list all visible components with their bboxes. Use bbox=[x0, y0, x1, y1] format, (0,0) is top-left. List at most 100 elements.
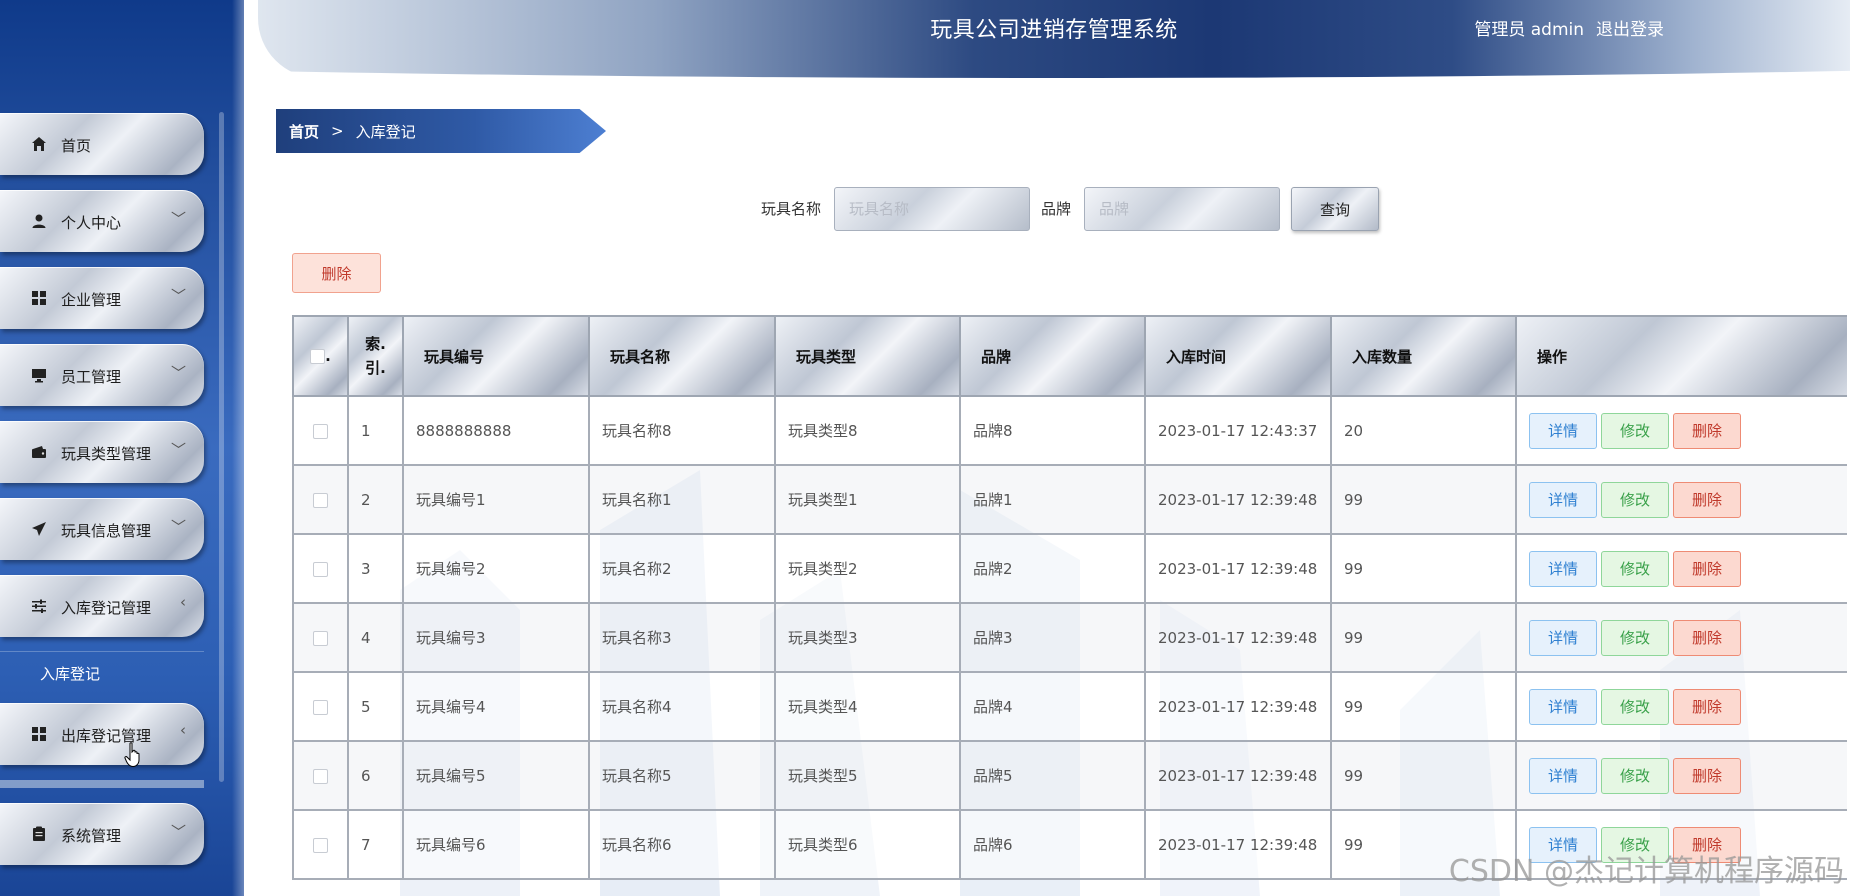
row-select-cell bbox=[292, 602, 349, 673]
table-header-row: . 索. 引. 玩具编号 玩具名称 玩具类型 品牌 入库时间 入库数量 操作 bbox=[292, 315, 1847, 397]
column-header-label: 引. bbox=[365, 359, 386, 377]
batch-delete-button[interactable]: 删除 bbox=[292, 253, 381, 293]
monitor-icon bbox=[30, 366, 48, 384]
sidebar-item-home[interactable]: 首页 bbox=[0, 113, 204, 175]
row-checkbox[interactable] bbox=[313, 837, 328, 853]
detail-button[interactable]: 详情 bbox=[1529, 757, 1597, 794]
edit-button[interactable]: 修改 bbox=[1601, 619, 1669, 656]
cell-index: 4 bbox=[347, 602, 404, 673]
sidebar-item-label: 员工管理 bbox=[61, 368, 122, 386]
cell-index: 5 bbox=[347, 671, 404, 742]
cell-code: 玩具编号1 bbox=[402, 464, 590, 535]
breadcrumb: 首页 > 入库登记 bbox=[276, 109, 606, 153]
cell-actions: 详情 修改 删除 bbox=[1515, 533, 1847, 604]
cell-type: 玩具类型3 bbox=[774, 602, 961, 673]
cell-time: 2023-01-17 12:39:48 bbox=[1144, 809, 1332, 880]
table-row: 5 玩具编号4 玩具名称4 玩具类型4 品牌4 2023-01-17 12:39:48 99… bbox=[292, 671, 1847, 742]
row-checkbox[interactable] bbox=[313, 630, 328, 646]
cell-type: 玩具类型6 bbox=[774, 809, 961, 880]
detail-button[interactable]: 详情 bbox=[1529, 619, 1597, 656]
delete-button[interactable]: 删除 bbox=[1673, 619, 1741, 656]
cell-index: 6 bbox=[347, 740, 404, 811]
sidebar-item-personal-center[interactable]: 个人中心 ﹀ bbox=[0, 190, 204, 252]
sidebar-item-employee[interactable]: 员工管理 ﹀ bbox=[0, 344, 204, 406]
detail-button[interactable]: 详情 bbox=[1529, 550, 1597, 587]
sidebar-item-label: 系统管理 bbox=[61, 827, 122, 845]
cell-type: 玩具类型1 bbox=[774, 464, 961, 535]
cell-code: 玩具编号4 bbox=[402, 671, 590, 742]
delete-button[interactable]: 删除 bbox=[1673, 757, 1741, 794]
home-icon bbox=[30, 135, 48, 153]
breadcrumb-home[interactable]: 首页 bbox=[289, 121, 319, 142]
column-header-label: 索. bbox=[365, 335, 386, 353]
cell-time: 2023-01-17 12:39:48 bbox=[1144, 740, 1332, 811]
cell-name: 玩具名称6 bbox=[588, 809, 776, 880]
delete-button[interactable]: 删除 bbox=[1673, 412, 1741, 449]
brand-input[interactable] bbox=[1084, 187, 1280, 231]
sidebar-scrollbar[interactable] bbox=[219, 112, 224, 782]
table-row: 1 8888888888 玩具名称8 玩具类型8 品牌8 2023-01-17 12:43… bbox=[292, 395, 1847, 466]
row-checkbox[interactable] bbox=[313, 423, 328, 439]
cell-code: 玩具编号3 bbox=[402, 602, 590, 673]
cell-index: 7 bbox=[347, 809, 404, 880]
cell-type: 玩具类型8 bbox=[774, 395, 961, 466]
delete-button[interactable]: 删除 bbox=[1673, 550, 1741, 587]
cell-brand: 品牌2 bbox=[959, 533, 1146, 604]
cell-index: 3 bbox=[347, 533, 404, 604]
sidebar-item-toy-info[interactable]: 玩具信息管理 ﹀ bbox=[0, 498, 204, 560]
edit-button[interactable]: 修改 bbox=[1601, 688, 1669, 725]
sidebar-item-company[interactable]: 企业管理 ﹀ bbox=[0, 267, 204, 329]
row-checkbox[interactable] bbox=[313, 768, 328, 784]
cell-qty: 99 bbox=[1330, 740, 1517, 811]
sidebar-item-inbound[interactable]: 入库登记管理 ‹ bbox=[0, 575, 204, 637]
detail-button[interactable]: 详情 bbox=[1529, 412, 1597, 449]
brand-label: 品牌 bbox=[1041, 200, 1072, 218]
cell-name: 玩具名称4 bbox=[588, 671, 776, 742]
select-all-header[interactable]: . bbox=[292, 315, 349, 397]
chevron-down-icon: ﹀ bbox=[170, 823, 186, 841]
table-row: 3 玩具编号2 玩具名称2 玩具类型2 品牌2 2023-01-17 12:39:48 99… bbox=[292, 533, 1847, 604]
column-header-brand: 品牌 bbox=[959, 315, 1146, 397]
cell-index: 1 bbox=[347, 395, 404, 466]
cell-name: 玩具名称1 bbox=[588, 464, 776, 535]
cell-brand: 品牌1 bbox=[959, 464, 1146, 535]
toy-name-label: 玩具名称 bbox=[761, 200, 822, 218]
delete-button[interactable]: 删除 bbox=[1673, 481, 1741, 518]
sidebar-subitem-inbound-register[interactable]: 入库登记 bbox=[40, 663, 100, 684]
column-header-ops: 操作 bbox=[1515, 315, 1847, 397]
row-checkbox[interactable] bbox=[313, 561, 328, 577]
row-checkbox[interactable] bbox=[313, 492, 328, 508]
sidebar-item-label: 入库登记管理 bbox=[61, 599, 152, 617]
cell-qty: 20 bbox=[1330, 395, 1517, 466]
table-row: 4 玩具编号3 玩具名称3 玩具类型3 品牌3 2023-01-17 12:39:48 99… bbox=[292, 602, 1847, 673]
edit-button[interactable]: 修改 bbox=[1601, 757, 1669, 794]
sidebar-item-toy-type[interactable]: 玩具类型管理 ﹀ bbox=[0, 421, 204, 483]
grid-icon bbox=[30, 725, 48, 743]
detail-button[interactable]: 详情 bbox=[1529, 688, 1597, 725]
sidebar-item-label: 个人中心 bbox=[61, 214, 122, 232]
select-all-checkbox[interactable] bbox=[310, 349, 326, 364]
cell-actions: 详情 修改 删除 bbox=[1515, 395, 1847, 466]
query-button[interactable]: 查询 bbox=[1291, 187, 1379, 231]
logout-link[interactable]: 退出登录 bbox=[1596, 20, 1664, 40]
row-checkbox[interactable] bbox=[313, 699, 328, 715]
sidebar-item-system[interactable]: 系统管理 ﹀ bbox=[0, 803, 204, 865]
submenu-divider bbox=[0, 780, 204, 788]
sidebar-item-label: 玩具信息管理 bbox=[61, 522, 152, 540]
chevron-down-icon: ﹀ bbox=[170, 441, 186, 459]
sidebar-item-outbound[interactable]: 出库登记管理 ‹ bbox=[0, 703, 204, 765]
edit-button[interactable]: 修改 bbox=[1601, 550, 1669, 587]
row-select-cell bbox=[292, 533, 349, 604]
chevron-down-icon: ﹀ bbox=[170, 364, 186, 382]
cell-code: 8888888888 bbox=[402, 395, 590, 466]
edit-button[interactable]: 修改 bbox=[1601, 412, 1669, 449]
toy-name-input[interactable] bbox=[834, 187, 1030, 231]
row-select-cell bbox=[292, 464, 349, 535]
detail-button[interactable]: 详情 bbox=[1529, 481, 1597, 518]
cell-brand: 品牌6 bbox=[959, 809, 1146, 880]
delete-button[interactable]: 删除 bbox=[1673, 688, 1741, 725]
top-header: 玩具公司进销存管理系统 管理员 admin 退出登录 bbox=[258, 0, 1850, 78]
cell-qty: 99 bbox=[1330, 671, 1517, 742]
column-header-index: 索. 引. bbox=[347, 315, 404, 397]
edit-button[interactable]: 修改 bbox=[1601, 481, 1669, 518]
